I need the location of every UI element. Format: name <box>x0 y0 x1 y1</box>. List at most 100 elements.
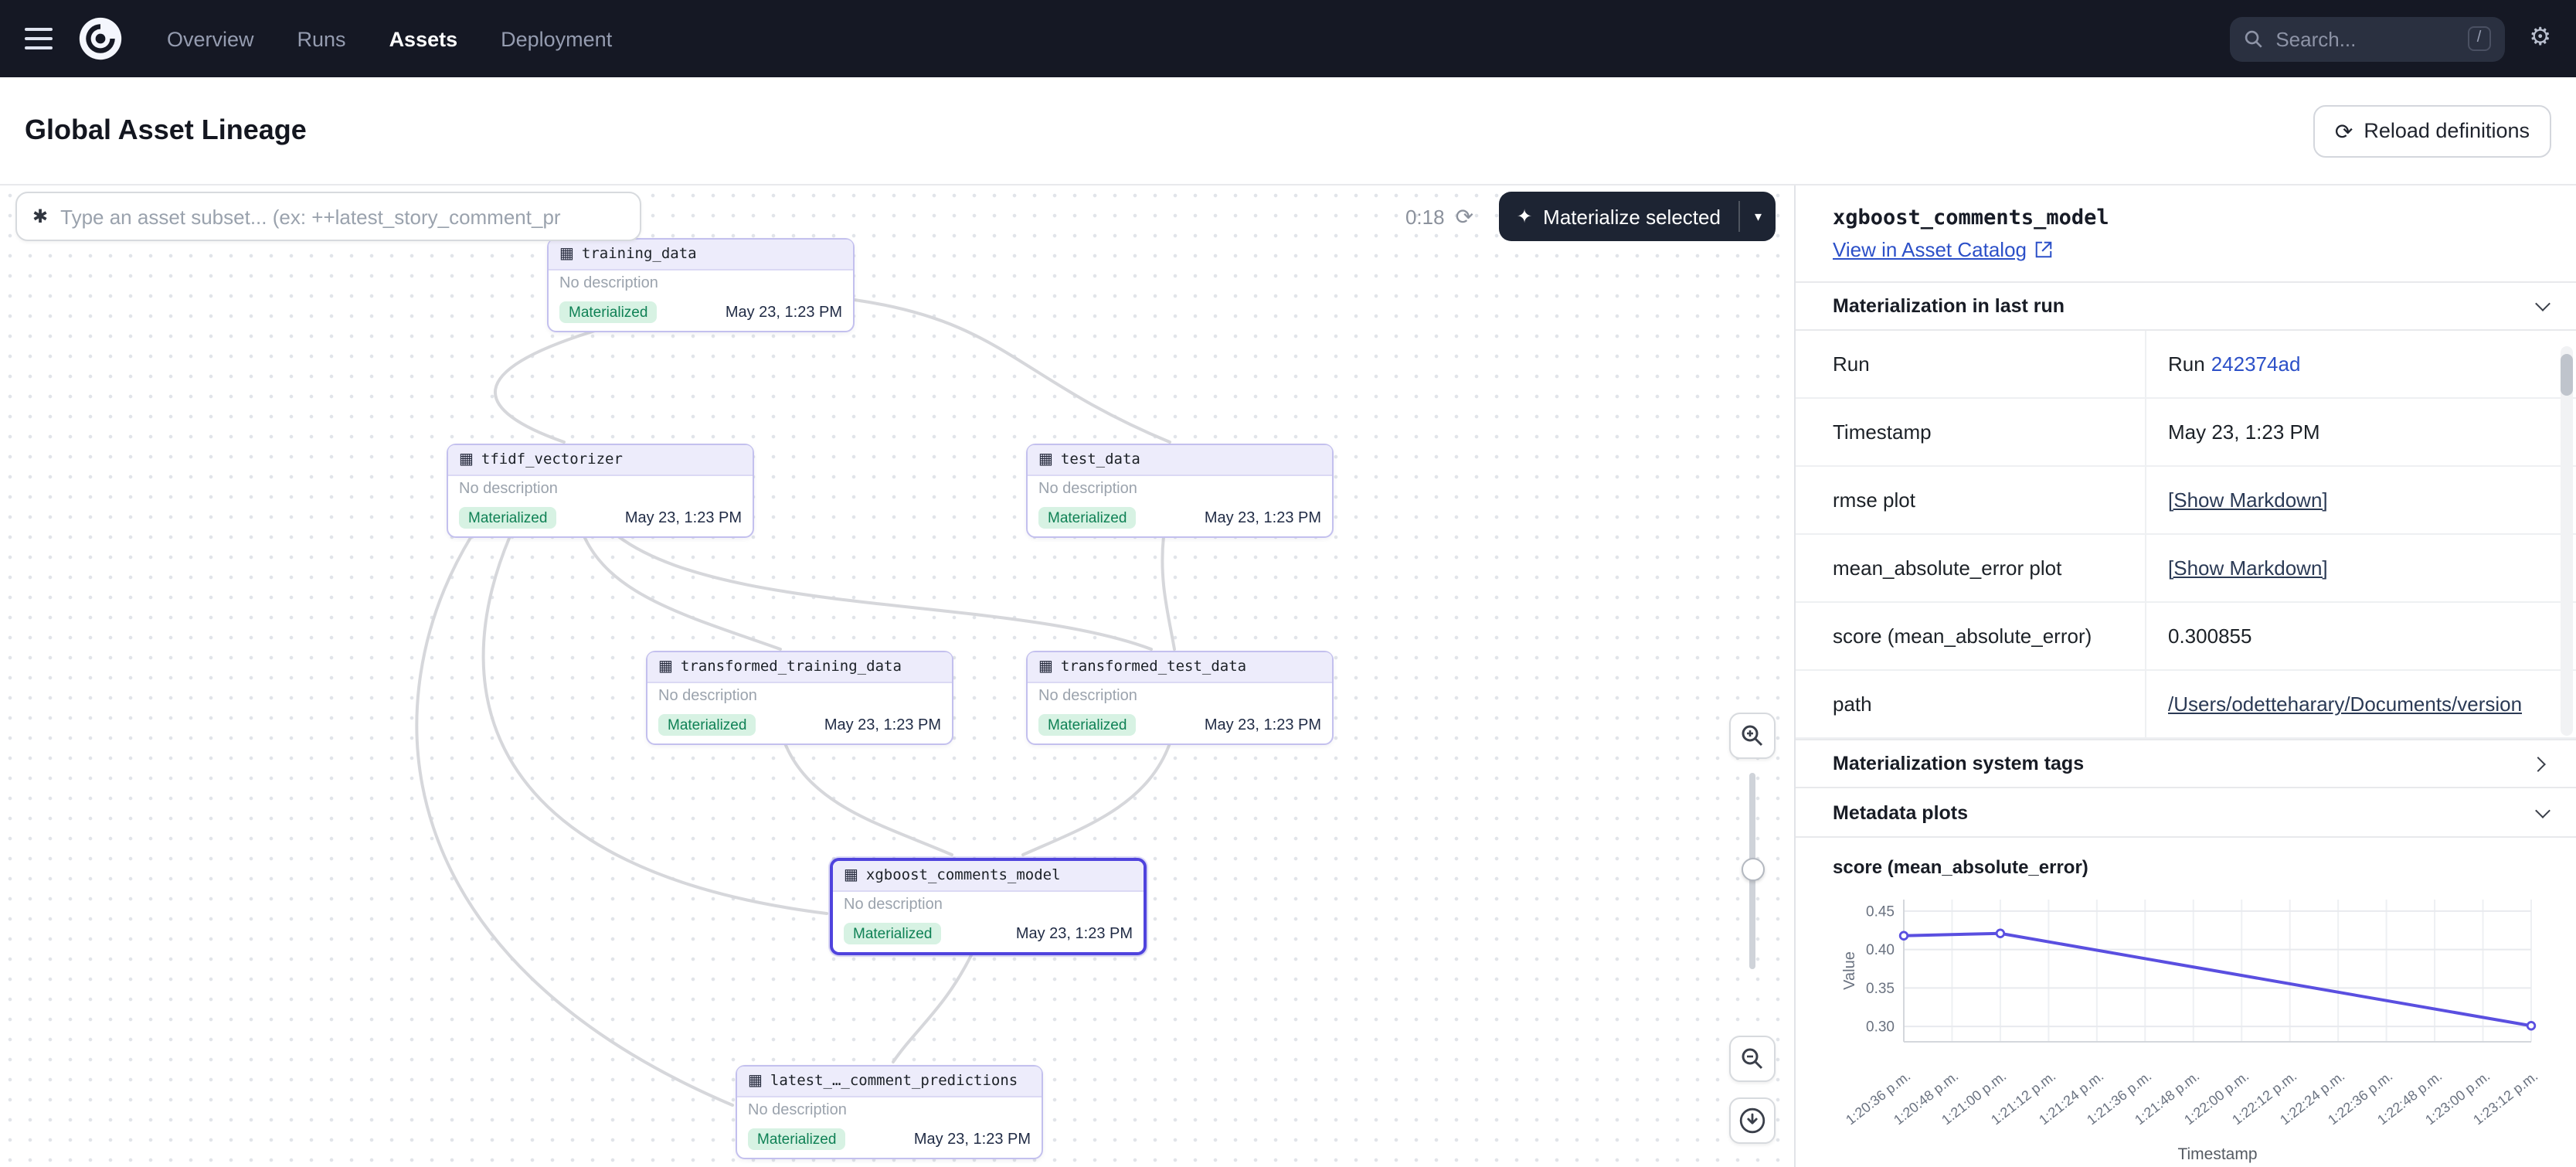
materialize-dropdown-caret[interactable]: ▾ <box>1741 192 1776 241</box>
zoom-out-button[interactable] <box>1729 1036 1776 1082</box>
asset-node-tfidf-vectorizer[interactable]: ▦ tfidf_vectorizer No description Materi… <box>447 444 754 538</box>
asset-node-description: No description <box>737 1097 1042 1125</box>
svg-text:0.40: 0.40 <box>1866 942 1895 958</box>
run-id-link[interactable]: 242374ad <box>2211 352 2301 376</box>
asset-node-latest-comment-predictions[interactable]: ▦ latest_…_comment_predictions No descri… <box>736 1065 1043 1159</box>
asset-filter-input[interactable] <box>60 205 624 228</box>
section-materialization-last-run[interactable]: Materialization in last run <box>1796 281 2576 331</box>
svg-text:0.45: 0.45 <box>1866 903 1895 920</box>
row-label: Run <box>1796 331 2145 397</box>
recenter-button[interactable] <box>1729 1097 1776 1144</box>
metric-chart: 0.450.400.350.30Value 1:20:36 p.m.1:20:4… <box>1833 887 2540 1164</box>
refresh-icon: ⟳ <box>2335 120 2353 141</box>
asset-node-name: xgboost_comments_model <box>866 867 1061 884</box>
global-search[interactable]: / <box>2229 16 2504 61</box>
materialized-badge: Materialized <box>559 301 657 323</box>
materialization-time: May 23, 1:23 PM <box>824 716 941 733</box>
row-label: rmse plot <box>1796 467 2145 533</box>
asset-node-test-data[interactable]: ▦ test_data No description Materialized … <box>1026 444 1334 538</box>
asset-node-description: No description <box>647 683 952 711</box>
svg-text:0.35: 0.35 <box>1866 981 1895 997</box>
section-materialization-system-tags[interactable]: Materialization system tags <box>1796 739 2576 788</box>
materialized-badge: Materialized <box>844 923 941 944</box>
row-value: /Users/odetteharary/Documents/version <box>2145 671 2576 737</box>
run-prefix: Run <box>2168 352 2205 376</box>
nav-item-assets[interactable]: Assets <box>389 27 458 50</box>
hamburger-menu-icon[interactable] <box>25 28 53 49</box>
refresh-timer: 0:18 ⟳ <box>1405 203 1473 230</box>
section-label: Materialization system tags <box>1833 753 2084 774</box>
table-icon: ▦ <box>844 868 858 883</box>
asset-node-training-data[interactable]: ▦ training_data No description Materiali… <box>547 238 855 332</box>
dagster-logo[interactable] <box>77 15 124 62</box>
asset-node-header: ▦ test_data <box>1028 445 1332 476</box>
materialization-time: May 23, 1:23 PM <box>1205 716 1321 733</box>
materialization-metadata-table: Run Run 242374ad Timestamp May 23, 1:23 … <box>1796 331 2576 739</box>
materialized-badge: Materialized <box>459 507 556 529</box>
timer-refresh-icon[interactable]: ⟳ <box>1456 203 1473 230</box>
materialize-selected-button[interactable]: ✦ Materialize selected ▾ <box>1498 192 1776 241</box>
lineage-graph-canvas[interactable]: ✱ 0:18 ⟳ ✦ Materialize selected ▾ <box>0 185 1794 1167</box>
zoom-slider[interactable] <box>1749 773 1755 969</box>
asset-node-xgboost-comments-model[interactable]: ▦ xgboost_comments_model No description … <box>830 858 1147 955</box>
asset-node-description: No description <box>833 892 1144 920</box>
asset-node-header: ▦ transformed_test_data <box>1028 652 1332 683</box>
asset-selector-icon: ✱ <box>32 206 48 227</box>
asset-node-name: training_data <box>582 246 697 263</box>
sidebar-scrollbar-thumb[interactable] <box>2561 354 2573 396</box>
nav-item-deployment[interactable]: Deployment <box>501 27 612 50</box>
settings-gear-icon[interactable]: ⚙ <box>2529 26 2551 51</box>
sidebar-head: xgboost_comments_model View in Asset Cat… <box>1796 185 2576 281</box>
asset-filter-box[interactable]: ✱ <box>15 192 641 241</box>
selected-asset-name: xgboost_comments_model <box>1833 206 2539 230</box>
top-nav: Overview Runs Assets Deployment / ⚙ <box>0 0 2576 77</box>
section-label: Metadata plots <box>1833 801 1968 823</box>
asset-node-footer: Materialized May 23, 1:23 PM <box>549 298 853 331</box>
reload-definitions-button[interactable]: ⟳ Reload definitions <box>2313 104 2551 157</box>
materialization-time: May 23, 1:23 PM <box>914 1131 1031 1148</box>
primary-nav: Overview Runs Assets Deployment <box>167 27 612 50</box>
zoom-out-icon <box>1740 1046 1765 1071</box>
zoom-slider-handle[interactable] <box>1741 858 1764 881</box>
asset-node-transformed-test-data[interactable]: ▦ transformed_test_data No description M… <box>1026 651 1334 745</box>
asset-node-header: ▦ xgboost_comments_model <box>833 861 1144 892</box>
svg-text:0.30: 0.30 <box>1866 1019 1895 1036</box>
chevron-down-icon <box>2535 296 2551 311</box>
asset-node-description: No description <box>1028 683 1332 711</box>
show-markdown-link[interactable]: [Show Markdown] <box>2168 488 2328 512</box>
asset-detail-sidebar: xgboost_comments_model View in Asset Cat… <box>1794 185 2576 1167</box>
materialize-main[interactable]: ✦ Materialize selected <box>1498 192 1739 241</box>
asset-node-name: tfidf_vectorizer <box>481 451 623 468</box>
nav-item-overview[interactable]: Overview <box>167 27 254 50</box>
materialized-badge: Materialized <box>748 1128 845 1150</box>
show-markdown-link[interactable]: [Show Markdown] <box>2168 556 2328 580</box>
row-value: Run 242374ad <box>2145 331 2576 397</box>
app-window: Overview Runs Assets Deployment / ⚙ Glob… <box>0 0 2576 1167</box>
materialization-time: May 23, 1:23 PM <box>1016 925 1133 942</box>
table-row: score (mean_absolute_error) 0.300855 <box>1796 603 2576 671</box>
table-row: path /Users/odetteharary/Documents/versi… <box>1796 671 2576 739</box>
materialize-sparkle-icon: ✦ <box>1517 206 1532 227</box>
zoom-in-icon <box>1740 723 1765 748</box>
asset-node-name: test_data <box>1061 451 1140 468</box>
asset-node-name: latest_…_comment_predictions <box>770 1073 1018 1090</box>
content-area: ✱ 0:18 ⟳ ✦ Materialize selected ▾ <box>0 185 2576 1167</box>
path-link[interactable]: /Users/odetteharary/Documents/version <box>2168 692 2522 716</box>
section-metadata-plots[interactable]: Metadata plots <box>1796 788 2576 838</box>
zoom-in-button[interactable] <box>1729 713 1776 759</box>
search-input[interactable] <box>2275 27 2455 50</box>
materialize-label: Materialize selected <box>1543 205 1721 228</box>
table-icon: ▦ <box>658 659 673 675</box>
asset-node-footer: Materialized May 23, 1:23 PM <box>737 1125 1042 1158</box>
chart-x-labels: 1:20:36 p.m.1:20:48 p.m.1:21:00 p.m.1:21… <box>1833 1068 2540 1145</box>
row-value: [Show Markdown] <box>2145 467 2576 533</box>
view-in-asset-catalog-link[interactable]: View in Asset Catalog <box>1833 238 2051 261</box>
nav-item-runs[interactable]: Runs <box>297 27 346 50</box>
asset-node-transformed-training-data[interactable]: ▦ transformed_training_data No descripti… <box>646 651 953 745</box>
sidebar-scrollbar[interactable] <box>2561 346 2573 736</box>
chevron-down-icon <box>2535 802 2551 818</box>
asset-node-header: ▦ tfidf_vectorizer <box>448 445 753 476</box>
materialized-badge: Materialized <box>1038 714 1136 736</box>
table-icon: ▦ <box>748 1073 763 1089</box>
download-arrow-icon <box>1738 1107 1766 1135</box>
